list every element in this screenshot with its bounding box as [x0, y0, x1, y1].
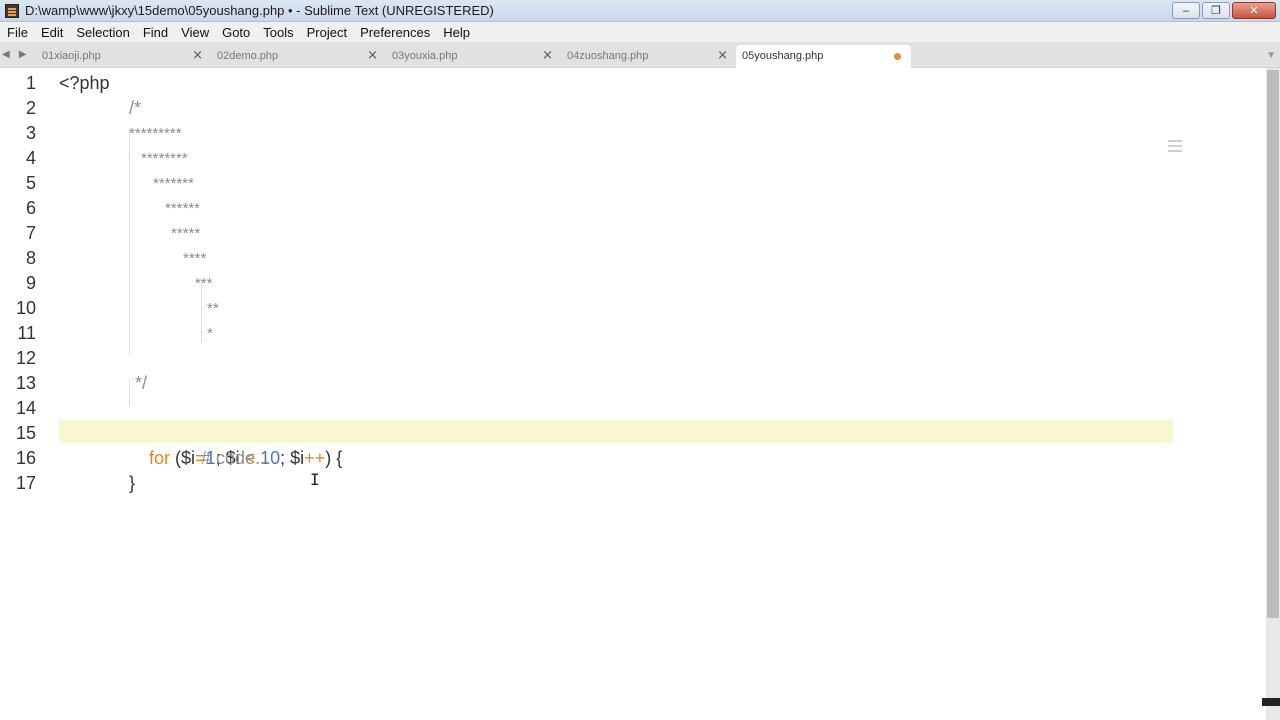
tab-close-icon[interactable]: × [717, 45, 728, 67]
line-number: 10 [15, 298, 36, 318]
tab-close-icon[interactable]: × [542, 45, 553, 67]
code-line-4: ******** [141, 150, 188, 167]
operator-increment: ++ [304, 448, 326, 468]
code-line-10: ** [207, 300, 219, 317]
tab-close-icon[interactable]: × [367, 45, 378, 67]
tab-02demo[interactable]: 02demo.php × [211, 45, 386, 68]
tab-list-dropdown-icon[interactable]: ▼ [1266, 50, 1276, 61]
menu-help[interactable]: Help [436, 25, 476, 40]
indent-guide [129, 155, 130, 355]
code-line-3: ********* [129, 125, 182, 142]
menu-edit[interactable]: Edit [34, 25, 69, 40]
tab-label: 02demo.php [217, 50, 279, 62]
line-number: 5 [25, 173, 36, 193]
code-line-9: *** [195, 275, 213, 292]
line-number: 17 [15, 473, 36, 493]
indent-guide [129, 380, 130, 405]
code-line-1: <?php [59, 73, 110, 93]
line-number: 4 [25, 148, 36, 168]
line-number: 7 [25, 223, 36, 243]
code-line-11: * [207, 325, 213, 342]
minimize-button[interactable]: ‒ [1172, 2, 1200, 19]
line-number: 6 [25, 198, 36, 218]
line-number: 2 [25, 98, 36, 118]
line-number: 12 [15, 348, 36, 368]
tab-bar: ◀ ▶ 01xiaoji.php × 02demo.php × 03youxia… [0, 42, 1280, 68]
sublime-app-icon[interactable] [5, 3, 19, 18]
code-line-2: /* [129, 98, 142, 118]
tab-close-icon[interactable]: × [192, 45, 203, 67]
tab-01xiaoji[interactable]: 01xiaoji.php × [36, 45, 211, 68]
menu-find[interactable]: Find [136, 25, 174, 40]
scrollbar-thumb[interactable] [1267, 70, 1279, 618]
tab-label: 03youxia.php [392, 50, 458, 62]
tab-label: 05youshang.php [742, 50, 824, 62]
menu-bar: File Edit Selection Find View Goto Tools… [0, 22, 1280, 42]
title-bar: D:\wamp\www\jkxy\15demo\05youshang.php •… [0, 0, 1280, 22]
scroll-corner [1262, 698, 1280, 706]
minimap[interactable] [1168, 140, 1182, 170]
code-line-17: } [129, 473, 136, 493]
code-editor[interactable]: 1 2 3 4 5 6 7 8 9 10 11 12 13 14 15 16 1… [0, 68, 1266, 720]
line-number: 15 [15, 423, 36, 443]
line-number: 1 [25, 73, 36, 93]
maximize-button[interactable]: ❐ [1202, 2, 1230, 19]
line-number: 14 [15, 398, 36, 418]
keyword-for: for [149, 448, 171, 468]
window-controls: ‒ ❐ ✕ [1172, 2, 1276, 19]
code-line-6: ****** [165, 200, 201, 217]
menu-goto[interactable]: Goto [215, 25, 256, 40]
code-line-13: */ [135, 373, 148, 393]
tab-label: 01xiaoji.php [42, 50, 101, 62]
tab-scroll-arrows-icon[interactable]: ◀ ▶ [2, 49, 30, 60]
code-line-16: # code... [201, 448, 271, 468]
code-token: ($i [170, 448, 196, 468]
line-number: 11 [17, 323, 36, 343]
code-token: ; $i [280, 448, 305, 468]
tab-04zuoshang[interactable]: 04zuoshang.php × [561, 45, 736, 68]
menu-selection[interactable]: Selection [69, 25, 135, 40]
tab-label: 04zuoshang.php [567, 50, 649, 62]
vertical-scrollbar[interactable] [1266, 68, 1280, 720]
tab-05youshang[interactable]: 05youshang.php [736, 45, 911, 68]
menu-file[interactable]: File [0, 25, 34, 40]
close-window-button[interactable]: ✕ [1232, 2, 1276, 19]
code-line-7: ***** [171, 225, 201, 242]
line-number: 13 [15, 373, 36, 393]
code-line-15: for ($i=1; $i < 10; $i++) { [129, 421, 342, 468]
menu-project[interactable]: Project [300, 25, 353, 40]
code-token: ) { [325, 448, 343, 468]
code-line-5: ******* [153, 175, 194, 192]
text-cursor-icon: I [310, 470, 320, 489]
line-number: 8 [25, 248, 36, 268]
menu-tools[interactable]: Tools [256, 25, 299, 40]
line-number: 16 [15, 448, 36, 468]
code-line-8: **** [183, 250, 207, 267]
window-title: D:\wamp\www\jkxy\15demo\05youshang.php •… [25, 3, 494, 18]
line-number: 9 [25, 273, 36, 293]
tab-03youxia[interactable]: 03youxia.php × [386, 45, 561, 68]
menu-view[interactable]: View [174, 25, 215, 40]
unsaved-dot-icon[interactable] [894, 53, 901, 60]
menu-preferences[interactable]: Preferences [353, 25, 436, 40]
line-number: 3 [25, 123, 36, 143]
